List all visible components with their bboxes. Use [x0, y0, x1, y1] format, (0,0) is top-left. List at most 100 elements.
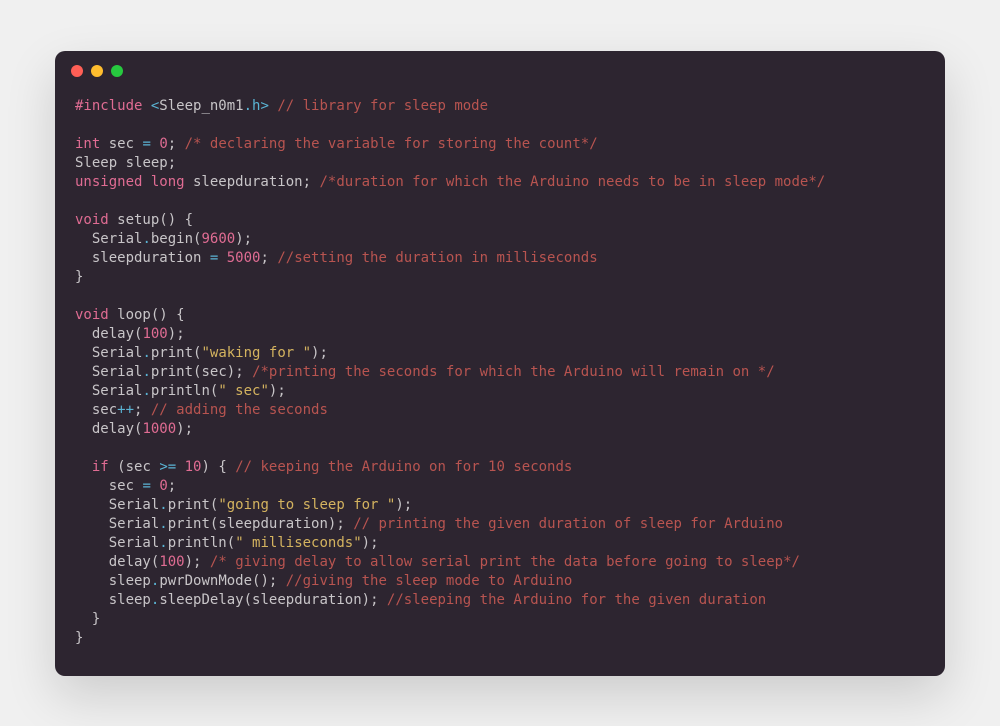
code-line: Serial.print("going to sleep for "); — [75, 496, 925, 515]
titlebar — [55, 51, 945, 91]
indent — [75, 364, 92, 380]
code-line: Serial.println(" milliseconds"); — [75, 534, 925, 553]
dot-op: . — [142, 345, 150, 361]
increment-op: ++ — [117, 402, 134, 418]
dot-op: . — [159, 497, 167, 513]
object: Serial — [92, 345, 143, 361]
indent — [75, 573, 109, 589]
method: print — [168, 497, 210, 513]
code-line: Serial.begin(9600); — [75, 230, 925, 249]
function-call: delay — [92, 421, 134, 437]
number: 0 — [159, 136, 167, 152]
dot-op: . — [142, 364, 150, 380]
type-name: Sleep — [75, 155, 117, 171]
code-window: #include <Sleep_n0m1.h> // library for s… — [55, 51, 945, 676]
maximize-icon[interactable] — [111, 65, 123, 77]
paren-close: ) — [235, 231, 243, 247]
function-call: delay — [109, 554, 151, 570]
semicolon: ; — [370, 592, 378, 608]
object: Serial — [109, 497, 160, 513]
string: " sec" — [218, 383, 269, 399]
identifier: sleepduration — [218, 516, 328, 532]
identifier: sec — [100, 136, 142, 152]
code-line: } — [75, 268, 925, 287]
comment: //giving the sleep mode to Arduino — [277, 573, 572, 589]
code-line: int sec = 0; /* declaring the variable f… — [75, 135, 925, 154]
indent — [75, 231, 92, 247]
semicolon: ; — [319, 345, 327, 361]
paren-open: ( — [244, 592, 252, 608]
identifier: sleep — [117, 155, 168, 171]
indent — [75, 383, 92, 399]
paren-close: ) — [176, 421, 184, 437]
function-name: loop — [109, 307, 151, 323]
indent — [75, 421, 92, 437]
brace: { — [176, 212, 193, 228]
identifier: sec — [126, 459, 160, 475]
semicolon: ; — [303, 174, 311, 190]
comment: //sleeping the Arduino for the given dur… — [379, 592, 767, 608]
comment: // adding the seconds — [142, 402, 327, 418]
string: "going to sleep for " — [218, 497, 395, 513]
semicolon: ; — [235, 364, 243, 380]
indent — [75, 497, 109, 513]
code-line: sec = 0; — [75, 477, 925, 496]
paren-close: ) — [201, 459, 209, 475]
number: 100 — [142, 326, 167, 342]
string: "waking for " — [201, 345, 311, 361]
semicolon: ; — [370, 535, 378, 551]
object: Serial — [109, 535, 160, 551]
method: print — [151, 345, 193, 361]
semicolon: ; — [176, 326, 184, 342]
indent — [75, 250, 92, 266]
semicolon: ; — [168, 155, 176, 171]
code-line: } — [75, 629, 925, 648]
paren-open: ( — [117, 459, 125, 475]
method: println — [151, 383, 210, 399]
semicolon: ; — [260, 250, 268, 266]
code-line — [75, 439, 925, 458]
identifier: sleepduration — [252, 592, 362, 608]
type-keyword: void — [75, 307, 109, 323]
paren-close: ) — [168, 326, 176, 342]
space — [218, 250, 226, 266]
code-line: sec++; // adding the seconds — [75, 401, 925, 420]
identifier: sec — [109, 478, 143, 494]
paren-open: ( — [227, 535, 235, 551]
assign-op: = — [142, 478, 150, 494]
semicolon: ; — [168, 478, 176, 494]
number: 1000 — [142, 421, 176, 437]
code-line: sleepduration = 5000; //setting the dura… — [75, 249, 925, 268]
close-icon[interactable] — [71, 65, 83, 77]
space — [176, 459, 184, 475]
object: Serial — [92, 383, 143, 399]
code-line: Serial.print("waking for "); — [75, 344, 925, 363]
minimize-icon[interactable] — [91, 65, 103, 77]
number: 5000 — [227, 250, 261, 266]
type-keyword: int — [75, 136, 100, 152]
brace: } — [92, 611, 100, 627]
indent — [75, 554, 109, 570]
angle-close: > — [260, 98, 268, 114]
object: Serial — [92, 231, 143, 247]
dot-op: . — [159, 535, 167, 551]
code-line — [75, 192, 925, 211]
dot-op: . — [142, 231, 150, 247]
semicolon: ; — [277, 383, 285, 399]
method: print — [151, 364, 193, 380]
code-line: if (sec >= 10) { // keeping the Arduino … — [75, 458, 925, 477]
indent — [75, 478, 109, 494]
semicolon: ; — [404, 497, 412, 513]
comment: /*printing the seconds for which the Ard… — [244, 364, 775, 380]
comment: /*duration for which the Arduino needs t… — [311, 174, 825, 190]
code-line: Serial.print(sleepduration); // printing… — [75, 515, 925, 534]
library-name: Sleep_n0m1 — [159, 98, 243, 114]
indent — [75, 345, 92, 361]
code-line: Serial.println(" sec"); — [75, 382, 925, 401]
comment: // printing the given duration of sleep … — [345, 516, 783, 532]
type-keyword: void — [75, 212, 109, 228]
code-line: Sleep sleep; — [75, 154, 925, 173]
number: 100 — [159, 554, 184, 570]
code-line: sleep.pwrDownMode(); //giving the sleep … — [75, 572, 925, 591]
indent — [75, 611, 92, 627]
